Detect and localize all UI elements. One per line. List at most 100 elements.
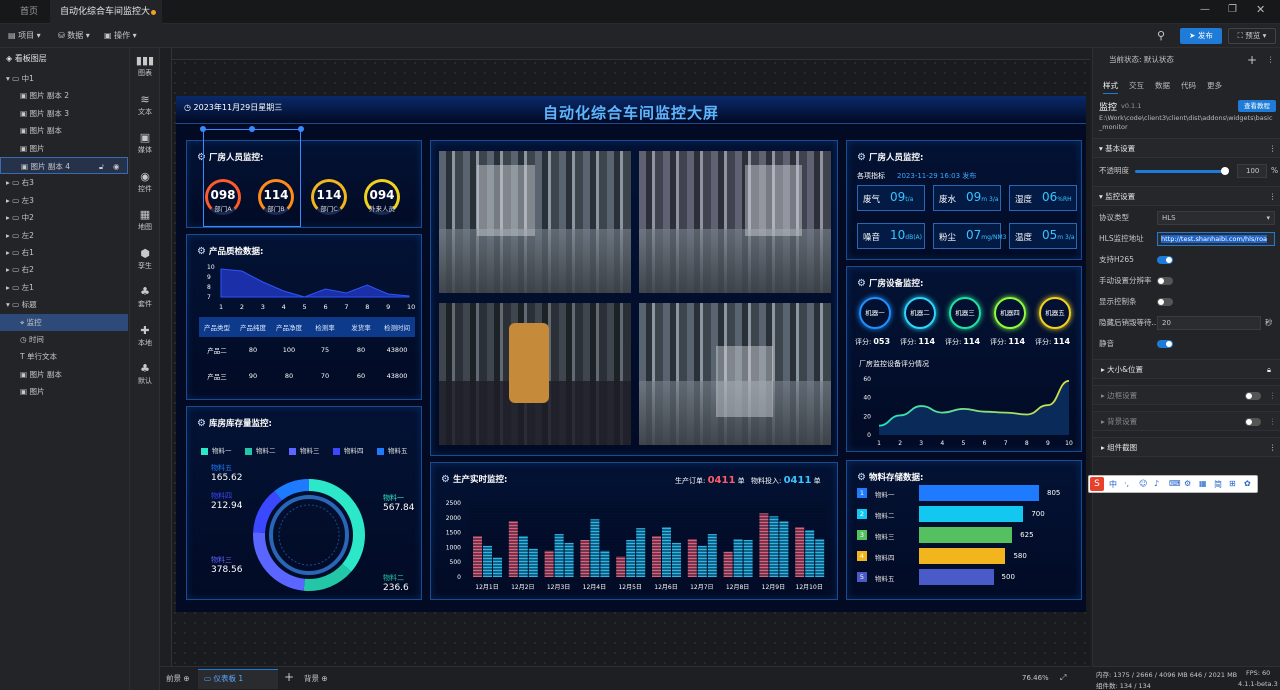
layer-item[interactable]: ▸ ▭ 左2 <box>0 227 128 244</box>
widget-media[interactable]: ▣ 媒体 <box>130 131 160 155</box>
camera-feed-4[interactable] <box>639 303 831 445</box>
add-state-icon[interactable]: + <box>1247 50 1257 70</box>
url-input[interactable]: http://test.shanhaibi.com/hls/roa <box>1157 232 1275 246</box>
hide-input[interactable]: 20 <box>1157 316 1261 330</box>
border-toggle[interactable] <box>1245 392 1261 400</box>
resize-handle[interactable] <box>298 126 304 132</box>
add-icon[interactable]: ⊕ <box>321 674 327 683</box>
materials-panel[interactable]: ⚙ 物料存储数据: 1 物料一 805 2 物料二 700 3 物料三 625 4 物料四 580 5 物料… <box>846 460 1082 600</box>
resolution-toggle[interactable] <box>1157 277 1173 285</box>
section-screenshot[interactable]: ▸ 组件截图 ⋮ <box>1093 437 1280 457</box>
project-menu[interactable]: ▤ 项目 ▾ <box>8 24 41 48</box>
widget-kit[interactable]: ♣ 套件 <box>130 285 160 309</box>
layer-item[interactable]: ▣ 图片 副本 <box>0 122 128 139</box>
tab-style[interactable]: 样式 <box>1103 80 1118 94</box>
stock-panel[interactable]: ⚙ 库房库存量监控: 物料一 物料二 物料三 物料四 物料五 物料一 567.84 物料二 23… <box>186 406 422 600</box>
layer-item[interactable]: ▸ ▭ 中2 <box>0 209 128 226</box>
section-basic[interactable]: ▾ 基本设置 ⋮ <box>1093 138 1280 158</box>
ime-logo-icon[interactable]: S <box>1090 477 1104 491</box>
layer-item[interactable]: ◷ 时间 <box>0 331 128 348</box>
ime-item[interactable]: ▦ <box>1199 479 1207 488</box>
resize-handle[interactable] <box>200 126 206 132</box>
more-icon[interactable]: ⋮ <box>1269 438 1277 458</box>
section-bg[interactable]: ▸ 背景设置 ⋮ <box>1093 411 1280 431</box>
ime-item[interactable]: 简 <box>1214 479 1222 490</box>
protocol-select[interactable]: HLS ▾ <box>1157 211 1275 225</box>
close-icon[interactable]: ✕ <box>1256 3 1265 16</box>
layer-item[interactable]: ▸ ▭ 左1 <box>0 279 128 296</box>
background-tab[interactable]: 背景 ⊕ <box>304 673 328 684</box>
selection-box[interactable] <box>203 129 301 227</box>
quality-panel[interactable]: ⚙ 产品质检数据: 7 8 9 10 1 2 3 4 5 6 7 8 9 10 产品类型 产品纯度 产品净度 检测… <box>186 234 422 400</box>
section-size[interactable]: ▸ 大小&位置 🔒︎ <box>1093 359 1280 379</box>
layer-item[interactable]: ▣ 图片 <box>0 383 128 400</box>
widget-map[interactable]: ▦ 地图 <box>130 208 160 232</box>
opacity-slider[interactable] <box>1135 167 1229 175</box>
layer-item[interactable]: ▸ ▭ 右2 <box>0 261 128 278</box>
add-page-icon[interactable]: + <box>284 670 294 684</box>
layer-item[interactable]: ▸ ▭ 右1 <box>0 244 128 261</box>
tab-data[interactable]: 数据 <box>1155 80 1170 91</box>
widget-text[interactable]: ≋ 文本 <box>130 93 160 117</box>
device-ring[interactable]: 机器三 <box>949 297 981 329</box>
data-menu[interactable]: ⛁ 数据 ▾ <box>58 24 90 48</box>
state-row[interactable]: 当前状态: 默认状态 + ⋮ <box>1093 50 1280 70</box>
datetime-widget[interactable]: ◷ 2023年11月29日星期三 <box>184 102 282 113</box>
device-ring[interactable]: 机器一 <box>859 297 891 329</box>
widget-default[interactable]: ♣ 默认 <box>130 362 160 386</box>
env-panel[interactable]: ⚙ 厂房人员监控: 各项指标 2023-11-29 16:03 发布 废气 09t/… <box>846 140 1082 260</box>
search-icon[interactable]: ⚲ <box>1157 29 1165 42</box>
minimize-icon[interactable]: — <box>1200 4 1210 15</box>
layer-item[interactable]: ⌖ 监控 <box>0 313 128 331</box>
dashboard-canvas[interactable]: ◷ 2023年11月29日星期三 自动化综合车间监控大屏 ⚙ 厂房人员监控: 09… <box>176 96 1086 612</box>
preview-button[interactable]: ⛶ 预览 ▾ <box>1228 28 1276 44</box>
ime-item[interactable]: 中 <box>1109 479 1117 490</box>
opacity-input[interactable]: 100 <box>1237 164 1267 178</box>
tab-home[interactable]: 首页 <box>10 0 48 24</box>
add-icon[interactable]: ⊕ <box>183 674 189 683</box>
showbar-toggle[interactable] <box>1157 298 1173 306</box>
section-border[interactable]: ▸ 边框设置 ⋮ <box>1093 385 1280 405</box>
camera-panel[interactable] <box>430 140 838 456</box>
more-icon[interactable]: ⋮ <box>1269 139 1277 159</box>
device-ring[interactable]: 机器二 <box>904 297 936 329</box>
device-ring[interactable]: 机器五 <box>1039 297 1071 329</box>
layer-item[interactable]: ▣ 图片 副本 3 <box>0 105 128 122</box>
h265-toggle[interactable] <box>1157 256 1173 264</box>
tab-interact[interactable]: 交互 <box>1129 80 1144 91</box>
ime-item[interactable]: ⚙ <box>1184 479 1191 488</box>
camera-feed-1[interactable] <box>439 151 631 293</box>
page-tab-active[interactable]: ▭ 仪表板 1 <box>198 669 278 689</box>
zoom-level[interactable]: 76.46% <box>1022 674 1049 682</box>
widget-chart[interactable]: ▮▮▮ 图表 <box>130 54 160 78</box>
tutorial-button[interactable]: 查看教程 <box>1238 100 1276 112</box>
fit-screen-icon[interactable]: ⤢ <box>1060 673 1066 683</box>
lock-icon[interactable]: 🔓︎ <box>99 158 104 175</box>
lock-icon[interactable]: 🔒︎ <box>1267 360 1271 380</box>
widget-local[interactable]: ✚ 本地 <box>130 324 160 348</box>
layer-item[interactable]: ▸ ▭ 右3 <box>0 174 128 191</box>
bg-toggle[interactable] <box>1245 418 1261 426</box>
more-icon[interactable]: ⋮ <box>1269 386 1277 406</box>
more-icon[interactable]: ⋮ <box>1267 50 1275 70</box>
layer-item[interactable]: T 单行文本 <box>0 348 128 365</box>
section-monitor[interactable]: ▾ 监控设置 ⋮ <box>1093 186 1280 206</box>
tab-code[interactable]: 代码 <box>1181 80 1196 91</box>
layer-item[interactable]: ▣ 图片 副本 2 <box>0 87 128 104</box>
mute-toggle[interactable] <box>1157 340 1173 348</box>
publish-button[interactable]: ➤ 发布 <box>1180 28 1222 44</box>
ime-item[interactable]: ⊞ <box>1229 479 1236 488</box>
layer-item[interactable]: ▣ 图片 副本 <box>0 366 128 383</box>
ops-menu[interactable]: ▣ 操作 ▾ <box>104 24 137 48</box>
ime-item[interactable]: ✿ <box>1244 479 1251 488</box>
camera-feed-2[interactable] <box>639 151 831 293</box>
ime-item[interactable]: ·, <box>1124 479 1129 488</box>
resize-handle[interactable] <box>249 126 255 132</box>
more-icon[interactable]: ⋮ <box>1269 412 1277 432</box>
restore-icon[interactable]: ❐ <box>1228 4 1237 15</box>
widget-twin[interactable]: ⬢ 孪生 <box>130 247 160 271</box>
widget-control[interactable]: ◉ 控件 <box>130 170 160 194</box>
device-ring[interactable]: 机器四 <box>994 297 1026 329</box>
more-icon[interactable]: ⋮ <box>1269 187 1277 207</box>
eye-icon[interactable]: ◉ <box>113 158 120 175</box>
